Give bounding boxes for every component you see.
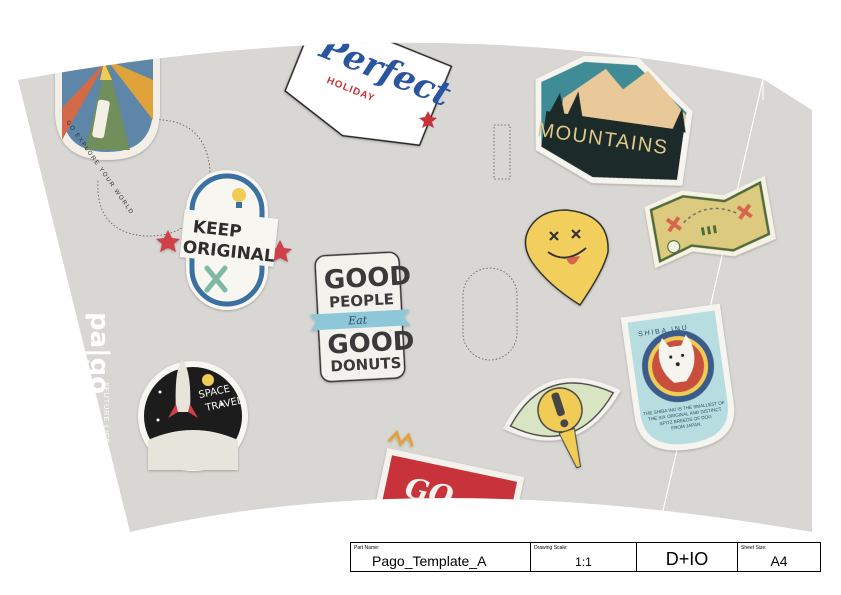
template-canvas: GO EXPLORE YOUR WORLD Perfect HOLIDAY MO… <box>18 42 812 539</box>
donuts-text: DONUTS <box>330 354 402 376</box>
brand-tagline: #FUTURE LIFE FACTORY // DONG_IO <box>102 382 111 539</box>
title-block: Part Name: Pago_Template_A Drawing Scale… <box>350 542 821 572</box>
part-name-cell: Part Name: Pago_Template_A <box>351 543 531 571</box>
eat-text: Eat <box>347 314 368 328</box>
sheet-size-value: A4 <box>770 553 788 569</box>
explore-sticker <box>55 42 160 160</box>
designer-value: D+IO <box>665 549 709 569</box>
sheet-size-label: Sheet Size: <box>741 545 767 551</box>
part-name-label: Part Name: <box>354 545 380 551</box>
scale-value: 1:1 <box>575 555 592 569</box>
designer-cell: D+IO <box>637 543 738 571</box>
sheet-size-cell: Sheet Size: A4 <box>738 543 820 571</box>
people-text: PEOPLE <box>329 290 395 311</box>
scale-label: Drawing Scale: <box>534 545 568 551</box>
scale-cell: Drawing Scale: 1:1 <box>531 543 637 571</box>
part-name-value: Pago_Template_A <box>372 553 487 569</box>
